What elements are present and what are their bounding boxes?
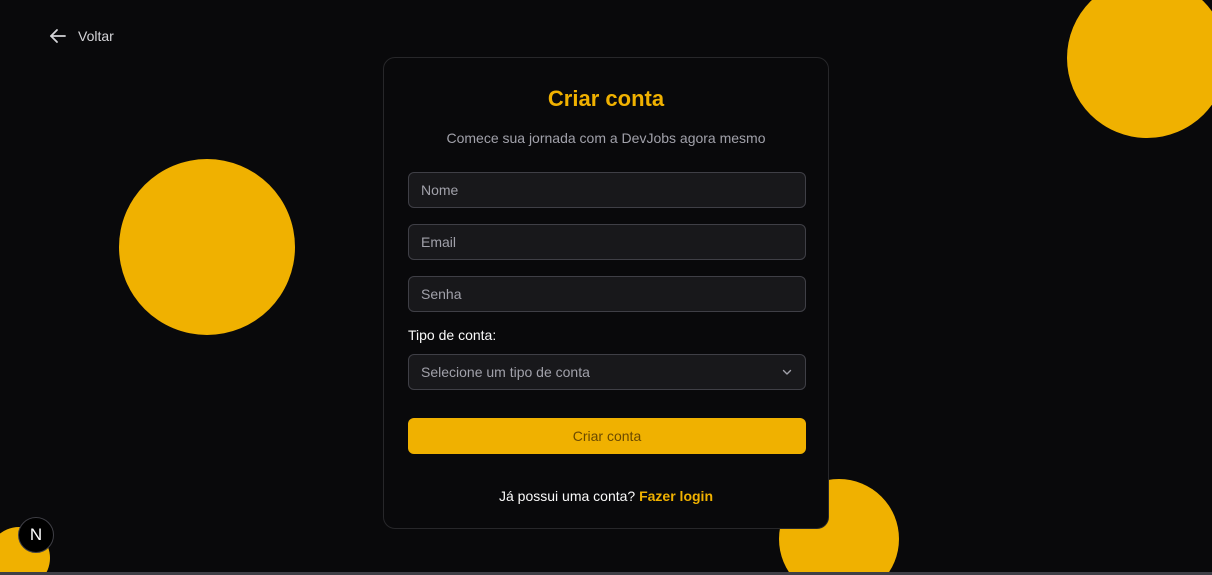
back-link[interactable]: Voltar	[48, 24, 114, 48]
login-question: Já possui uma conta?	[499, 488, 636, 504]
page: Voltar Criar conta Comece sua jornada co…	[0, 0, 1212, 575]
account-type-select[interactable]: Selecione um tipo de conta	[408, 354, 806, 390]
decorative-circle-top-right	[1067, 0, 1212, 138]
login-link[interactable]: Fazer login	[639, 488, 713, 504]
card-title: Criar conta	[547, 86, 665, 111]
create-account-button[interactable]: Criar conta	[408, 418, 806, 454]
account-type-label: Tipo de conta:	[408, 327, 497, 343]
back-link-label: Voltar	[78, 28, 114, 44]
email-input[interactable]	[408, 224, 806, 260]
decorative-circle-left	[119, 159, 295, 335]
arrow-left-icon	[48, 26, 68, 46]
account-type-placeholder: Selecione um tipo de conta	[421, 364, 590, 380]
next-badge-letter: N	[29, 525, 43, 544]
next-dev-badge[interactable]: N	[18, 517, 54, 553]
chevron-down-icon	[781, 366, 793, 378]
card-subtitle: Comece sua jornada com a DevJobs agora m…	[446, 130, 766, 146]
name-input[interactable]	[408, 172, 806, 208]
login-prompt: Já possui uma conta? Fazer login	[384, 488, 828, 504]
signup-card: Criar conta Comece sua jornada com a Dev…	[383, 57, 829, 529]
password-input[interactable]	[408, 276, 806, 312]
